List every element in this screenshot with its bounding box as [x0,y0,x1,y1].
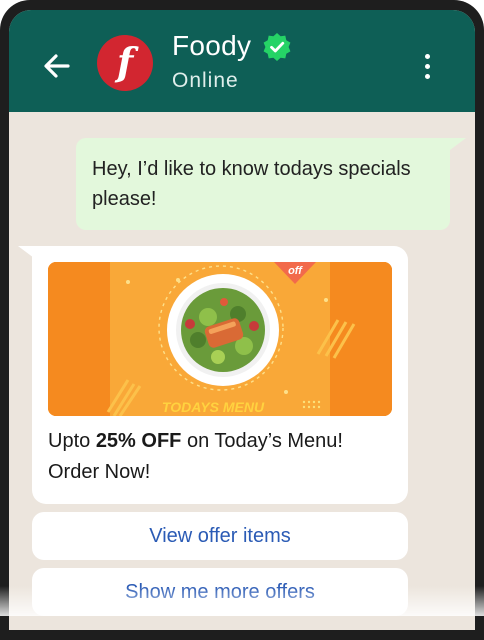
outgoing-bubble-tail [450,138,466,150]
phone-frame: f Foody Online Hey, I’d like to know tod… [0,0,484,640]
verified-badge-icon [263,33,291,61]
quick-reply-label: View offer items [149,524,291,547]
message-list: Hey, I’d like to know todays specials pl… [9,112,475,630]
more-vertical-icon [424,63,430,69]
quick-reply-label: Show me more offers [125,580,315,603]
chat-screen: f Foody Online Hey, I’d like to know tod… [9,10,475,630]
quick-reply-show-more-offers[interactable]: Show me more offers [32,568,408,616]
contact-status: Online [172,69,239,92]
avatar-logo: f [116,39,134,84]
caption-discount: 25% OFF [95,430,182,452]
quick-reply-view-offer-items[interactable]: View offer items [32,512,408,560]
outgoing-message-text: Hey, I’d like to know todays specials pl… [92,158,411,210]
caption-suffix: on Today’s Menu! [181,430,343,452]
chat-header: f Foody Online [9,10,475,112]
caption-prefix: Upto [48,430,96,452]
banner-badge: off [288,265,303,277]
incoming-message[interactable]: off TODAYS MENU Upto 25% OFF on Today’s … [32,246,408,504]
caption-cta: Order Now! [48,461,151,483]
avatar[interactable]: f [97,35,153,91]
offer-banner-image[interactable]: off TODAYS MENU [48,262,392,416]
banner-illustration: off TODAYS MENU [48,262,392,416]
more-vertical-icon [424,73,430,79]
contact-name[interactable]: Foody [172,30,251,62]
outgoing-message[interactable]: Hey, I’d like to know todays specials pl… [76,138,450,230]
offer-caption: Upto 25% OFF on Today’s Menu! Order Now! [48,426,392,488]
arrow-left-icon [44,54,70,78]
more-options-button[interactable] [413,46,441,86]
banner-title: TODAYS MENU [162,399,265,415]
more-vertical-icon [424,53,430,59]
back-button[interactable] [37,46,77,86]
